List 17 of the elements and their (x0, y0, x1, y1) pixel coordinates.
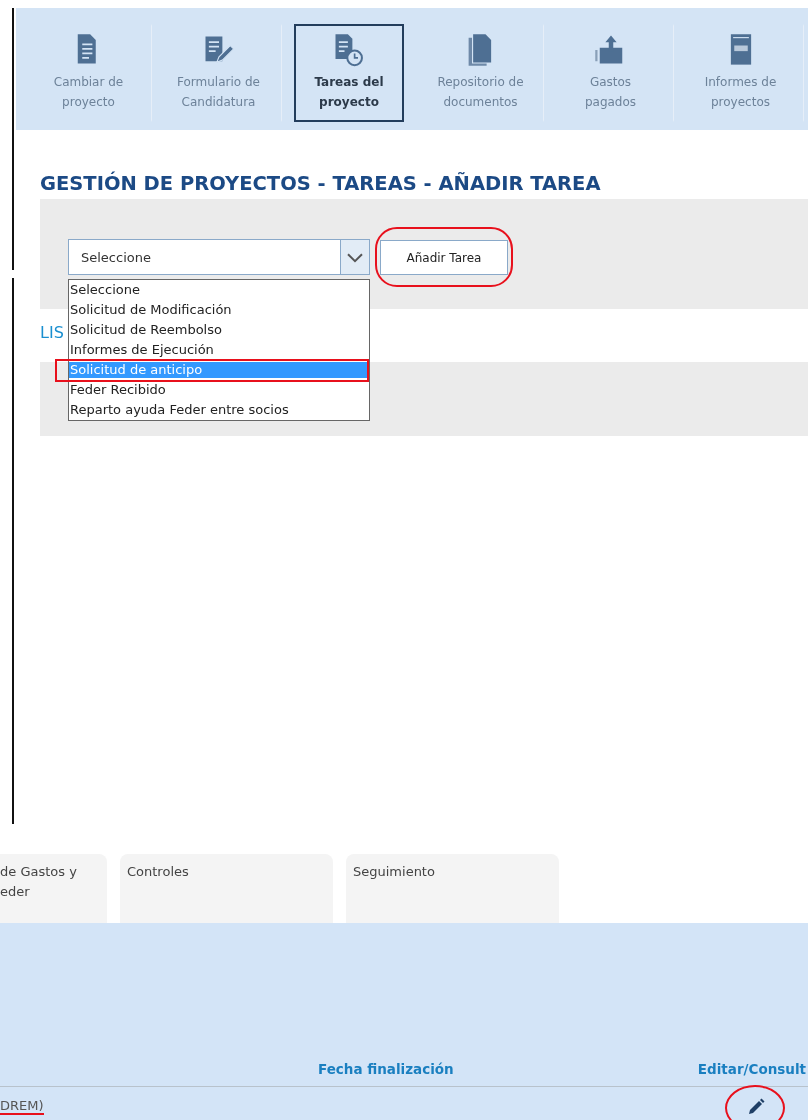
page-title: GESTIÓN DE PROYECTOS - TAREAS - AÑADIR TAREA (40, 172, 602, 195)
select-field[interactable]: Seleccione (68, 239, 370, 275)
add-task-button[interactable]: Añadir Tarea (380, 240, 508, 275)
tab[interactable]: Seguimiento (346, 854, 559, 923)
pencil-icon[interactable] (746, 1096, 766, 1117)
dropdown-option[interactable]: Reparto ayuda Feder entre socios (69, 402, 369, 418)
dropdown-option[interactable]: Seleccione (69, 282, 369, 298)
tab[interactable]: de Gastos y eder (0, 854, 107, 923)
nav-item[interactable]: Tareas del proyecto (294, 24, 404, 122)
list-heading: LIS (40, 323, 64, 342)
chevron-down-icon[interactable] (340, 240, 369, 274)
tab[interactable]: Controles (120, 854, 333, 923)
dropdown-option[interactable]: Informes de Ejecución (69, 342, 369, 358)
dropdown-option[interactable]: Feder Recibido (69, 382, 369, 398)
dropdown-option[interactable]: Solicitud de Reembolso (69, 322, 369, 338)
table-cell: DREM) (0, 1098, 44, 1115)
dropdown-option[interactable]: Solicitud de Modificación (69, 302, 369, 318)
